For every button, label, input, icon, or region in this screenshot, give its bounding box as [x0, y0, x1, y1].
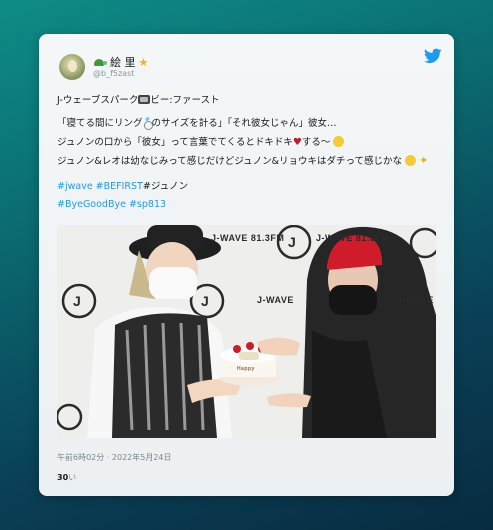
turtle-icon — [93, 57, 107, 67]
tweet-timestamp[interactable]: 午前6時02分 · 2022年5月24日 — [57, 452, 172, 463]
display-name[interactable]: 絵 里 — [110, 54, 136, 70]
ring-icon — [143, 117, 153, 130]
hashtag-plain: #ジュノン — [142, 181, 189, 192]
tweet-line-1: J-ウェーブスパーク ビー:ファースト — [57, 95, 220, 106]
radio-icon — [138, 95, 151, 104]
hashtag-links[interactable]: #jwave #BEFIRST — [57, 181, 143, 192]
photo-watermark: J-WAVE 81.3FM — [211, 233, 285, 243]
avatar[interactable] — [59, 54, 85, 80]
photo-logo-letter-3: J — [288, 234, 297, 250]
photo-logo-letter-2: J — [201, 293, 210, 309]
likes-count[interactable]: 30い — [57, 472, 76, 483]
laugh-emoji-icon — [333, 136, 345, 147]
sparkle-icon: ✦ — [419, 154, 429, 167]
hashtag-line-2[interactable]: #ByeGoodBye #sp813 — [57, 199, 166, 210]
heart-icon: ♥ — [292, 137, 302, 148]
hashtag-line-1[interactable]: #jwave #BEFIRST#ジュノン — [57, 178, 188, 192]
photo-logo-letter: J — [73, 293, 82, 309]
twitter-bird-icon[interactable] — [424, 48, 442, 64]
tweet-line-3: ジュノンの口から「彼女」って言葉でてくるとドキドキ♥する〜 — [57, 134, 345, 148]
user-handle[interactable]: @b_f5zast — [93, 69, 134, 78]
worried-emoji-icon — [405, 155, 417, 166]
tweet-line-4: ジュノン&レオは幼なじみって感じだけどジュノン&リョウキはダチって感じかな ✦ — [57, 154, 429, 167]
tweet-photo[interactable]: J-WAVE 81.3FM J-WAVE 81.3FM J-WAVE J-WAV… — [57, 225, 436, 438]
tweet-line-2: 「寝てる間にリング のサイズを計る」「それ彼女じゃん」彼女… — [57, 117, 337, 130]
star-icon: ★ — [138, 55, 149, 69]
cake-text: Happy — [237, 366, 255, 372]
user-name-row[interactable]: 絵 里 ★ — [93, 54, 148, 70]
tweet-card: 絵 里 ★ @b_f5zast J-ウェーブスパーク ビー:ファースト 「寝てる間… — [39, 34, 454, 496]
photo-illustration — [57, 225, 436, 438]
photo-watermark-small-2: J-WAVE — [397, 295, 434, 305]
photo-watermark-small: J-WAVE — [257, 295, 294, 305]
photo-watermark-2: J-WAVE 81.3FM — [316, 233, 390, 243]
